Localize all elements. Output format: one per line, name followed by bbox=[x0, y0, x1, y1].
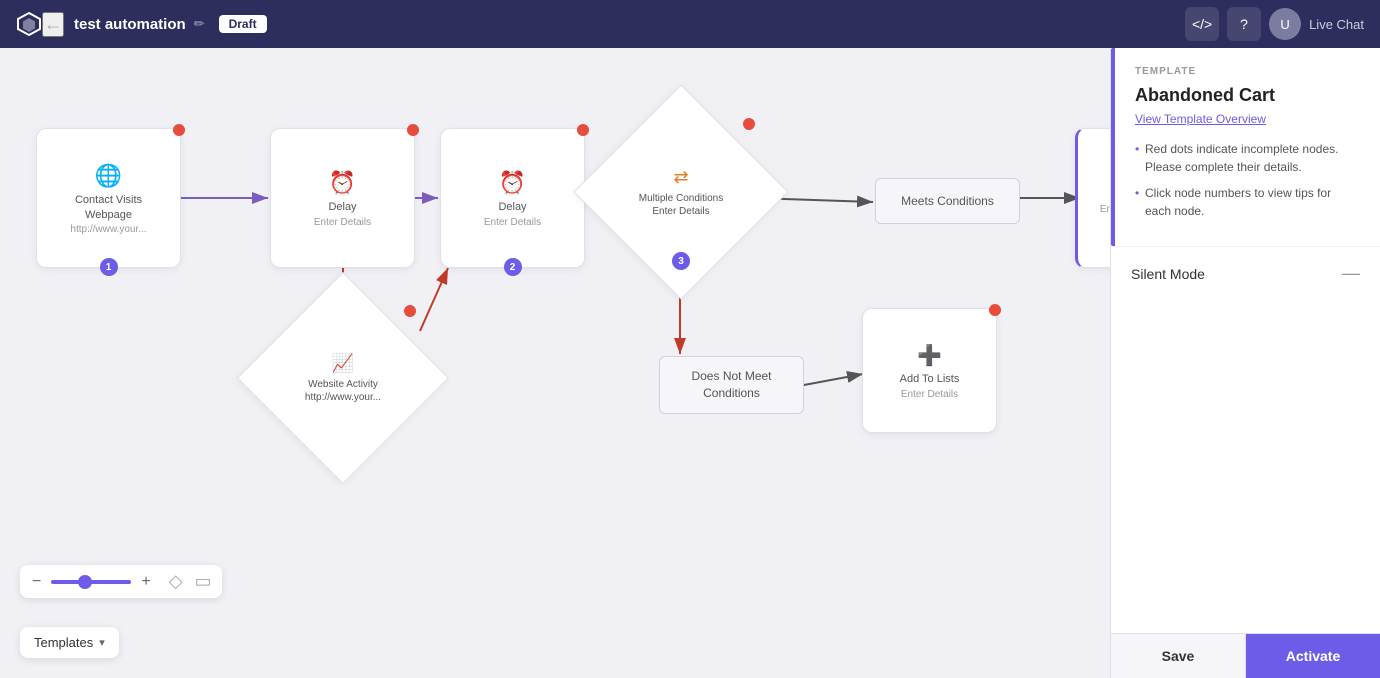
incomplete-dot bbox=[407, 124, 419, 136]
panel-title: Abandoned Cart bbox=[1135, 85, 1360, 106]
help-icon: ? bbox=[1240, 16, 1248, 32]
right-panel: TEMPLATE Abandoned Cart View Template Ov… bbox=[1110, 48, 1380, 678]
main-layout: 🌐 Contact VisitsWebpage http://www.your.… bbox=[0, 48, 1380, 678]
node-add-partial[interactable]: Add Enter D... bbox=[1075, 128, 1110, 268]
conditions-icon: ⇄ bbox=[673, 167, 688, 188]
page-title: test automation bbox=[74, 16, 186, 33]
panel-template-label: TEMPLATE bbox=[1135, 66, 1360, 77]
avatar-initial: U bbox=[1280, 17, 1289, 32]
node-label-activity: Website Activityhttp://www.your... bbox=[305, 378, 381, 404]
incomplete-dot bbox=[173, 124, 185, 136]
node-badge-3: 3 bbox=[672, 252, 690, 270]
accent-bar bbox=[1111, 48, 1115, 246]
center-icon[interactable]: ◇ bbox=[169, 571, 183, 592]
chevron-down-icon: ▾ bbox=[99, 636, 105, 649]
activity-icon: 📈 bbox=[332, 353, 354, 374]
code-button[interactable]: </> bbox=[1185, 7, 1219, 41]
meets-label: Meets Conditions bbox=[901, 194, 994, 208]
node-badge-1: 1 bbox=[100, 258, 118, 276]
node-meets-conditions[interactable]: Meets Conditions bbox=[875, 178, 1020, 224]
node-label-contact: Contact VisitsWebpage bbox=[75, 193, 142, 222]
node-delay-1[interactable]: ⏰ Delay Enter Details bbox=[270, 128, 415, 268]
activate-button[interactable]: Activate bbox=[1246, 634, 1380, 678]
back-button[interactable]: ← bbox=[42, 12, 64, 37]
node-label-delay2: Delay bbox=[498, 200, 526, 214]
node-sublabel-addlists: Enter Details bbox=[901, 389, 958, 400]
avatar[interactable]: U bbox=[1269, 8, 1301, 40]
draft-badge: Draft bbox=[219, 15, 267, 33]
zoom-out-button[interactable]: − bbox=[30, 573, 43, 591]
livechat-label: Live Chat bbox=[1309, 17, 1364, 32]
logo-icon bbox=[16, 11, 42, 37]
node-sublabel-contact: http://www.your... bbox=[70, 224, 146, 235]
webpage-icon: 🌐 bbox=[95, 163, 122, 189]
node-sublabel-delay1: Enter Details bbox=[314, 217, 371, 228]
node-add-to-lists[interactable]: ➕ Add To Lists Enter Details bbox=[862, 308, 997, 433]
zoom-slider[interactable] bbox=[51, 580, 131, 584]
code-icon: </> bbox=[1192, 16, 1212, 32]
node-does-not-meet[interactable]: Does Not MeetConditions bbox=[659, 356, 804, 414]
node-label-delay1: Delay bbox=[328, 200, 356, 214]
does-not-meet-label: Does Not MeetConditions bbox=[691, 368, 771, 402]
node-badge-2: 2 bbox=[504, 258, 522, 276]
addlist-icon: ➕ bbox=[917, 343, 942, 368]
panel-template-section: TEMPLATE Abandoned Cart View Template Ov… bbox=[1111, 48, 1380, 247]
view-template-link[interactable]: View Template Overview bbox=[1135, 112, 1360, 126]
node-multiple-conditions[interactable]: ⇄ Multiple ConditionsEnter Details 3 bbox=[605, 116, 757, 268]
node-website-activity[interactable]: 📈 Website Activityhttp://www.your... bbox=[268, 303, 418, 453]
silent-mode-toggle[interactable]: — bbox=[1342, 263, 1360, 284]
silent-mode-row: Silent Mode — bbox=[1111, 247, 1380, 300]
clock-icon-2: ⏰ bbox=[499, 170, 526, 196]
incomplete-dot bbox=[989, 304, 1001, 316]
clock-icon-1: ⏰ bbox=[329, 170, 356, 196]
fit-icon[interactable]: ▭ bbox=[195, 571, 212, 592]
node-delay-2[interactable]: ⏰ Delay Enter Details 2 bbox=[440, 128, 585, 268]
node-contact-visits[interactable]: 🌐 Contact VisitsWebpage http://www.your.… bbox=[36, 128, 181, 268]
canvas[interactable]: 🌐 Contact VisitsWebpage http://www.your.… bbox=[0, 48, 1110, 678]
templates-bar[interactable]: Templates ▾ bbox=[20, 627, 119, 658]
zoom-in-button[interactable]: + bbox=[139, 573, 152, 591]
templates-label: Templates bbox=[34, 635, 93, 650]
incomplete-dot bbox=[577, 124, 589, 136]
panel-tip-2: Click node numbers to view tips for each… bbox=[1135, 184, 1360, 220]
incomplete-dot bbox=[743, 118, 755, 130]
node-sublabel-add: Enter D... bbox=[1100, 204, 1110, 215]
incomplete-dot bbox=[404, 305, 416, 317]
bottom-buttons: Save Activate bbox=[1111, 633, 1380, 678]
topnav: ← test automation ✏ Draft </> ? U Live C… bbox=[0, 0, 1380, 48]
panel-tip-1: Red dots indicate incomplete nodes. Plea… bbox=[1135, 140, 1360, 176]
help-button[interactable]: ? bbox=[1227, 7, 1261, 41]
edit-icon[interactable]: ✏ bbox=[194, 16, 205, 32]
node-label-addlists: Add To Lists bbox=[900, 372, 960, 386]
node-label-conditions: Multiple ConditionsEnter Details bbox=[639, 192, 724, 218]
zoom-controls: − + ◇ ▭ bbox=[20, 565, 222, 598]
silent-mode-label: Silent Mode bbox=[1131, 266, 1205, 282]
node-sublabel-delay2: Enter Details bbox=[484, 217, 541, 228]
save-button[interactable]: Save bbox=[1111, 634, 1246, 678]
